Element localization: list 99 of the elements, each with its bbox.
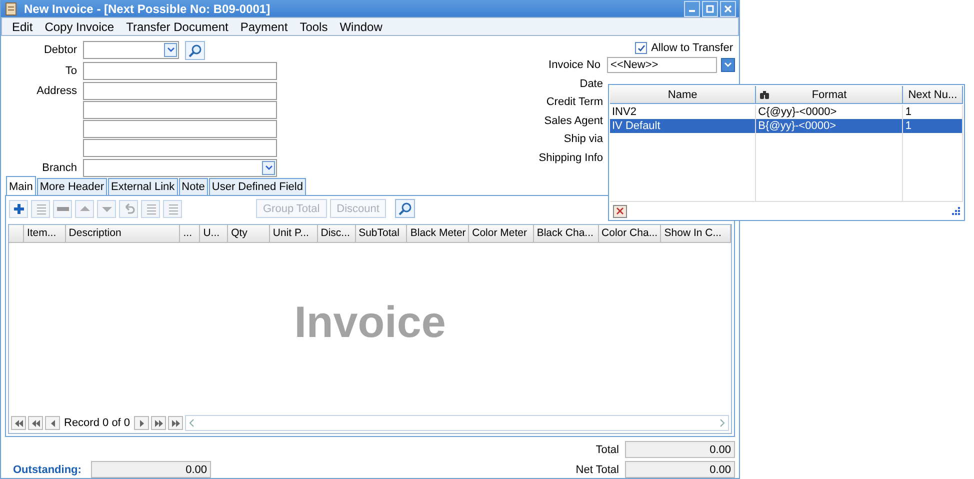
menu-item[interactable]: Copy Invoice bbox=[38, 20, 120, 34]
table-cell: B{@yy}-<0000> bbox=[756, 119, 904, 133]
column-header[interactable]: Black Meter bbox=[407, 225, 470, 242]
close-button[interactable] bbox=[720, 0, 736, 16]
minimize-button[interactable] bbox=[684, 0, 700, 16]
column-header[interactable]: Description bbox=[66, 225, 180, 242]
address-line-field[interactable] bbox=[83, 101, 277, 119]
maximize-icon bbox=[706, 4, 714, 12]
close-icon bbox=[724, 4, 732, 12]
double-right-icon bbox=[172, 420, 180, 426]
add-row-button[interactable] bbox=[9, 200, 28, 218]
field-label: Debtor bbox=[42, 43, 78, 58]
field-label: Credit Term bbox=[545, 96, 604, 108]
right-triangle-icon bbox=[138, 420, 146, 426]
column-header[interactable]: ... bbox=[180, 225, 200, 242]
close-icon bbox=[616, 207, 624, 215]
navigator-button[interactable] bbox=[134, 416, 150, 430]
up-row-button[interactable] bbox=[75, 200, 94, 218]
search-icon bbox=[188, 44, 202, 58]
field-label: Date bbox=[578, 78, 604, 90]
field-label: Ship via bbox=[562, 133, 604, 146]
field-label: To bbox=[64, 64, 78, 79]
search-icon bbox=[398, 202, 412, 216]
search-button[interactable] bbox=[395, 199, 416, 218]
tab[interactable]: More Header bbox=[36, 178, 108, 195]
checkbox[interactable] bbox=[635, 42, 648, 54]
column-header[interactable]: U... bbox=[200, 225, 228, 242]
table-cell: 1 bbox=[903, 119, 963, 133]
chevron-down-icon bbox=[724, 62, 732, 68]
navigator-button[interactable] bbox=[11, 416, 26, 430]
left-triangle-icon bbox=[48, 420, 56, 426]
binoculars-icon bbox=[760, 91, 770, 99]
column-header[interactable]: Black Cha... bbox=[534, 225, 599, 242]
table-cell: IV Default bbox=[610, 119, 756, 133]
net-total-value: 0.00 bbox=[625, 461, 735, 478]
window-title: New Invoice - [Next Possible No: B09-0001] bbox=[24, 2, 272, 16]
field-label: Sales Agent bbox=[543, 114, 604, 127]
branch-dropdown[interactable] bbox=[83, 159, 277, 177]
undo-row-button[interactable] bbox=[119, 200, 138, 218]
field-label: Branch bbox=[41, 161, 78, 176]
dropdown-button[interactable] bbox=[721, 58, 735, 72]
column-header[interactable]: Color Cha... bbox=[598, 225, 662, 242]
menu-item[interactable]: Payment bbox=[234, 20, 294, 34]
column-header[interactable]: Name bbox=[610, 86, 756, 104]
document-icon bbox=[4, 2, 18, 16]
invoice-no-dropdown[interactable]: <<New>> bbox=[606, 57, 718, 74]
address-line-field[interactable] bbox=[83, 120, 277, 138]
menu-item[interactable]: Tools bbox=[294, 20, 334, 34]
address-line-field[interactable] bbox=[83, 82, 277, 100]
tab[interactable]: Note bbox=[178, 178, 208, 195]
field-label: Address bbox=[36, 84, 78, 99]
double-right-icon bbox=[154, 420, 163, 426]
maximize-button[interactable] bbox=[702, 0, 718, 16]
scroll-right-icon bbox=[720, 419, 725, 427]
column-header[interactable]: Unit P... bbox=[270, 225, 318, 242]
remove-row-button[interactable] bbox=[53, 200, 72, 218]
checkbox-label: Allow to Transfer bbox=[651, 42, 733, 54]
double-left-icon bbox=[14, 420, 22, 426]
plus-icon bbox=[12, 202, 26, 216]
column-header[interactable]: Color Meter bbox=[469, 225, 534, 242]
column-header[interactable]: SubTotal bbox=[356, 225, 408, 242]
navigator-button[interactable] bbox=[28, 416, 43, 430]
tab[interactable]: External Link bbox=[108, 178, 178, 195]
list-row-button[interactable] bbox=[163, 200, 182, 218]
navigator-button[interactable] bbox=[45, 416, 60, 430]
search-button[interactable] bbox=[185, 41, 205, 60]
menu-item[interactable]: Window bbox=[334, 20, 388, 34]
format-row[interactable]: IV Default B{@yy}-<0000> 1 bbox=[610, 119, 963, 133]
navigator-button[interactable] bbox=[151, 416, 166, 430]
column-header[interactable]: Format bbox=[756, 86, 904, 104]
menu-item[interactable]: Transfer Document bbox=[120, 20, 234, 34]
empty-grid-text: Invoice bbox=[294, 298, 446, 348]
resize-grip-icon bbox=[952, 207, 960, 215]
horizontal-scrollbar[interactable] bbox=[185, 415, 729, 431]
column-header[interactable]: Next Nu... bbox=[903, 86, 964, 104]
net-total-label: Net Total bbox=[576, 464, 619, 476]
menu-item[interactable]: Edit bbox=[6, 20, 39, 34]
navigator-button[interactable] bbox=[168, 416, 184, 430]
clear-button[interactable] bbox=[613, 204, 627, 218]
address-line-field[interactable] bbox=[83, 139, 277, 157]
tab[interactable]: Main bbox=[6, 176, 36, 195]
field-label: Shipping Info bbox=[538, 152, 604, 164]
outstanding-link[interactable]: Outstanding: bbox=[5, 464, 85, 476]
double-left-icon bbox=[32, 420, 40, 426]
text-field[interactable] bbox=[83, 62, 277, 80]
record-counter: Record 0 of 0 bbox=[63, 417, 132, 429]
bracket-row-button[interactable] bbox=[141, 200, 160, 218]
total-label: Total bbox=[596, 444, 619, 456]
field-label: Invoice No bbox=[548, 59, 602, 72]
column-header[interactable]: Show In C... bbox=[661, 225, 731, 242]
tab[interactable]: User Defined Field bbox=[208, 178, 306, 195]
scroll-left-icon bbox=[189, 419, 194, 427]
debtor-dropdown[interactable] bbox=[83, 41, 179, 59]
column-header[interactable]: Item... bbox=[24, 225, 66, 242]
total-value: 0.00 bbox=[625, 441, 735, 458]
column-header[interactable]: Disc... bbox=[318, 225, 356, 242]
outstanding-value: 0.00 bbox=[91, 461, 211, 478]
down-row-button[interactable] bbox=[97, 200, 116, 218]
column-header[interactable]: Qty bbox=[228, 225, 270, 242]
